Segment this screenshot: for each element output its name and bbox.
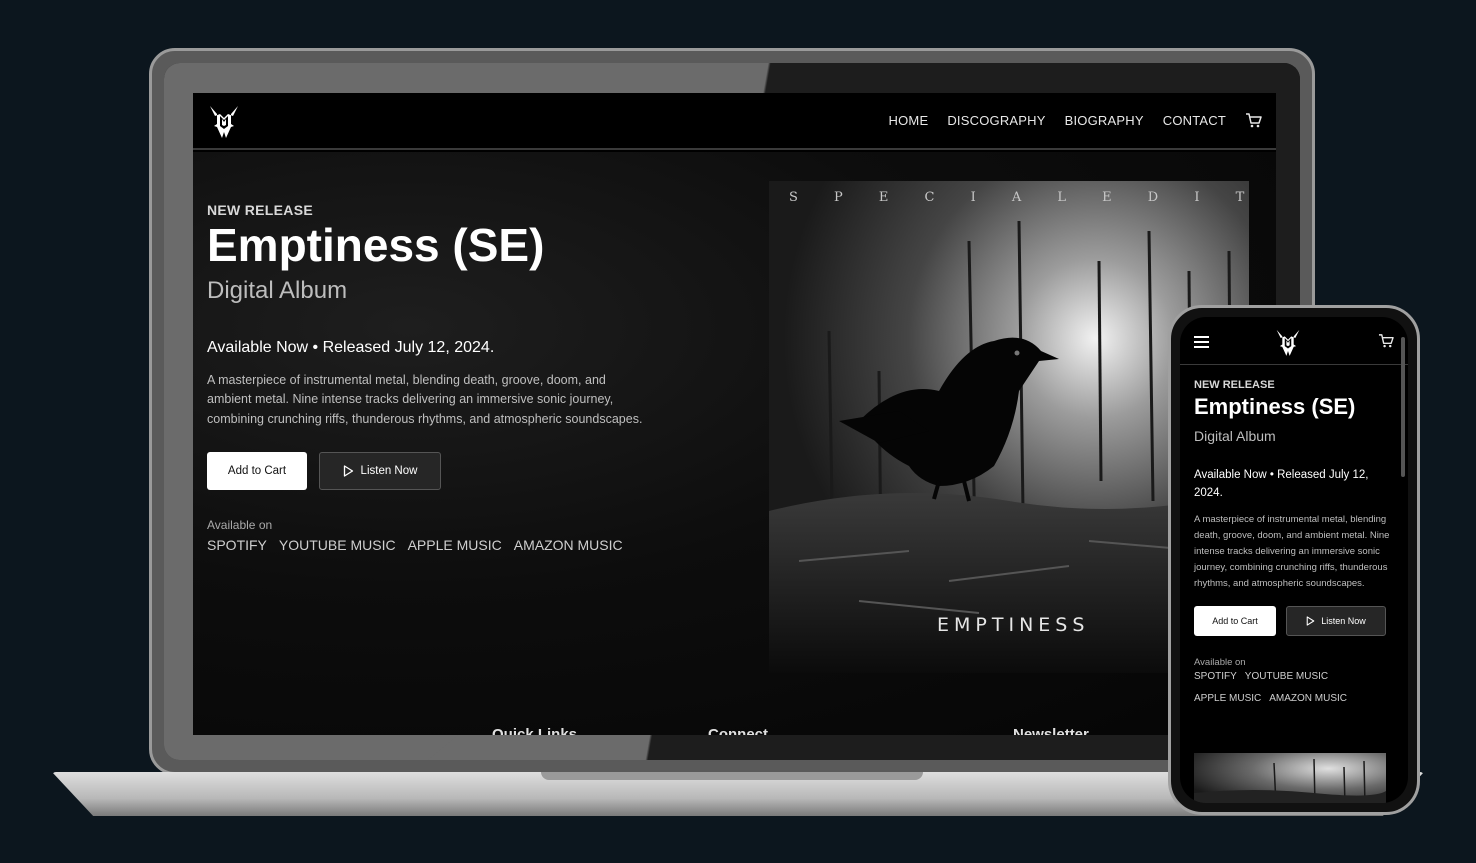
- cart-icon[interactable]: [1245, 112, 1262, 128]
- add-to-cart-button[interactable]: Add to Cart: [1194, 606, 1276, 636]
- album-description: A masterpiece of instrumental metal, ble…: [207, 372, 643, 426]
- band-logo-icon[interactable]: [1275, 326, 1301, 358]
- album-cover-preview: [1194, 753, 1386, 803]
- release-info: Available Now • Released July 12, 2024.: [1194, 469, 1369, 499]
- nav-biography[interactable]: BIOGRAPHY: [1065, 113, 1144, 128]
- laptop-frame: HOME DISCOGRAPHY BIOGRAPHY CONTACT NEW R…: [149, 48, 1315, 775]
- album-format: Digital Album: [1194, 428, 1276, 444]
- release-eyebrow: NEW RELEASE: [1194, 379, 1275, 391]
- platform-links: SPOTIFY YOUTUBE MUSIC APPLE MUSIC AMAZON…: [207, 537, 667, 553]
- nav-contact[interactable]: CONTACT: [1163, 113, 1226, 128]
- play-icon: [343, 465, 353, 477]
- hero-buttons: Add to Cart Listen Now: [1194, 606, 1394, 636]
- cart-icon[interactable]: [1378, 333, 1394, 348]
- album-description: A masterpiece of instrumental metal, ble…: [1194, 514, 1390, 589]
- platform-amazon-music[interactable]: AMAZON MUSIC: [1269, 693, 1347, 704]
- platform-youtube-music[interactable]: YOUTUBE MUSIC: [279, 537, 396, 553]
- menu-icon[interactable]: [1194, 336, 1209, 351]
- hero-buttons: Add to Cart Listen Now: [207, 452, 667, 491]
- available-on-label: Available on: [1194, 657, 1246, 668]
- album-format: Digital Album: [207, 276, 348, 304]
- platform-spotify[interactable]: SPOTIFY: [207, 537, 267, 553]
- listen-now-label: Listen Now: [360, 465, 418, 478]
- platform-apple-music[interactable]: APPLE MUSIC: [408, 537, 502, 553]
- platform-amazon-music[interactable]: AMAZON MUSIC: [514, 537, 623, 553]
- phone-screen: NEW RELEASE Emptiness (SE) Digital Album…: [1180, 317, 1408, 803]
- platform-apple-music[interactable]: APPLE MUSIC: [1194, 693, 1261, 704]
- platform-spotify[interactable]: SPOTIFY: [1194, 671, 1237, 682]
- top-navbar: HOME DISCOGRAPHY BIOGRAPHY CONTACT: [193, 93, 1276, 150]
- listen-now-label: Listen Now: [1321, 616, 1366, 626]
- nav-discography[interactable]: DISCOGRAPHY: [947, 113, 1045, 128]
- footer-newsletter: Newsletter: [1013, 726, 1089, 735]
- laptop-bezel: HOME DISCOGRAPHY BIOGRAPHY CONTACT NEW R…: [164, 63, 1300, 760]
- phone-scrollbar[interactable]: [1401, 337, 1405, 477]
- platform-youtube-music[interactable]: YOUTUBE MUSIC: [1245, 671, 1328, 682]
- available-on-label: Available on: [207, 518, 273, 533]
- add-to-cart-button[interactable]: Add to Cart: [207, 452, 307, 491]
- phone-hero-content: NEW RELEASE Emptiness (SE) Digital Album…: [1194, 379, 1394, 704]
- listen-now-button[interactable]: Listen Now: [1286, 606, 1386, 636]
- band-logo-icon[interactable]: [208, 102, 240, 140]
- phone-frame: NEW RELEASE Emptiness (SE) Digital Album…: [1168, 305, 1420, 815]
- album-top-text: S P E C I A L E D I T I O N: [789, 190, 1249, 205]
- hero-content: NEW RELEASE Emptiness (SE) Digital Album…: [207, 202, 667, 553]
- laptop-screen: HOME DISCOGRAPHY BIOGRAPHY CONTACT NEW R…: [193, 93, 1276, 735]
- footer-connect: Connect: [708, 726, 768, 735]
- phone-navbar: [1180, 317, 1408, 365]
- footer-quick-links: Quick Links: [492, 726, 578, 735]
- release-eyebrow: NEW RELEASE: [207, 202, 313, 218]
- album-title: Emptiness (SE): [1194, 394, 1356, 419]
- nav-home[interactable]: HOME: [889, 113, 929, 128]
- album-bottom-text: EMPTINESS: [937, 614, 1089, 636]
- release-info: Available Now • Released July 12, 2024.: [207, 338, 495, 356]
- album-title: Emptiness (SE): [207, 219, 545, 271]
- laptop-trackpad-notch: [541, 772, 923, 780]
- listen-now-button[interactable]: Listen Now: [319, 452, 441, 491]
- platform-links: SPOTIFY YOUTUBE MUSIC APPLE MUSIC AMAZON…: [1194, 671, 1384, 704]
- play-icon: [1306, 616, 1315, 626]
- nav-links: HOME DISCOGRAPHY BIOGRAPHY CONTACT: [889, 112, 1262, 128]
